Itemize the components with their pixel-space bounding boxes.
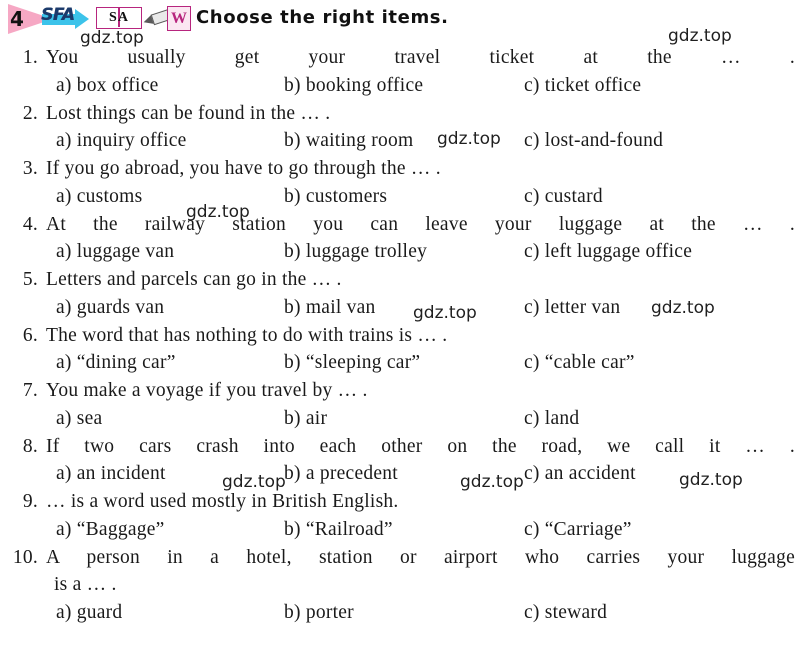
option-c[interactable]: c) steward [524,599,607,627]
options-row: a) “Baggage” b) “Railroad” c) “Carriage” [0,516,805,544]
question-item: 5. Letters and parcels can go in the … .… [0,266,805,322]
question-number: 2. [22,102,38,124]
option-c[interactable]: c) left luggage office [524,238,692,266]
option-a[interactable]: a) an incident [56,460,166,488]
question-item: 10. A person in a hotel, station or airp… [0,544,805,627]
question-item: 2. Lost things can be found in the … . a… [0,100,805,156]
question-number: 8. [22,435,38,457]
option-b[interactable]: b) porter [284,599,354,627]
question-item: 6. The word that has nothing to do with … [0,322,805,378]
option-c[interactable]: c) an accident [524,460,636,488]
option-c[interactable]: c) letter van [524,294,620,322]
question-item: 4. At the railway station you can leave … [0,211,805,267]
options-row: a) “dining car” b) “sleeping car” c) “ca… [0,349,805,377]
question-number: 9. [22,491,38,512]
option-b[interactable]: b) booking office [284,72,423,100]
workbook-badge-label: W [171,10,187,27]
option-b[interactable]: b) “Railroad” [284,516,393,544]
option-a[interactable]: a) luggage van [56,238,174,266]
option-a[interactable]: a) “Baggage” [56,516,165,544]
question-text-line: 6. The word that has nothing to do with … [0,322,805,350]
option-b[interactable]: b) a precedent [284,460,398,488]
question-text-line: 8. If two cars crash into each other on … [0,433,805,461]
option-b[interactable]: b) mail van [284,294,376,322]
options-row: a) sea b) air c) land [0,405,805,433]
question-text: If two cars crash into each other on the… [46,435,795,457]
question-number: 6. [22,324,38,346]
question-text-continued: is a … . [54,574,117,595]
option-a[interactable]: a) customs [56,183,142,211]
arrow-head-icon [75,9,89,29]
options-row: a) an incident b) a precedent c) an acci… [0,460,805,488]
sa-badge: SA [96,7,144,31]
option-c[interactable]: c) land [524,405,579,433]
sfa-badge: SFA [39,5,93,33]
option-c[interactable]: c) custard [524,183,603,211]
option-c[interactable]: c) “cable car” [524,349,635,377]
option-b[interactable]: b) customers [284,183,387,211]
options-row: a) inquiry office b) waiting room c) los… [0,127,805,155]
question-text: Lost things can be found in the … . [46,102,331,124]
question-number: 3. [22,158,38,179]
page-title: Choose the right items. [196,7,449,28]
option-a[interactable]: a) “dining car” [56,349,176,377]
option-a[interactable]: a) box office [56,72,159,100]
question-text-line: 4. At the railway station you can leave … [0,211,805,239]
question-text-line: 9. … is a word used mostly in British En… [0,488,805,516]
question-item: 1. You usually get your travel ticket at… [0,44,805,100]
option-b[interactable]: b) air [284,405,327,433]
question-text-line: 1. You usually get your travel ticket at… [0,44,805,72]
option-a[interactable]: a) inquiry office [56,127,187,155]
sfa-badge-label: SFA [41,5,75,25]
question-text-line: 5. Letters and parcels can go in the … . [0,266,805,294]
question-text: You make a voyage if you travel by … . [46,380,368,401]
question-item: 3. If you go abroad, you have to go thro… [0,155,805,211]
question-text-line: 2. Lost things can be found in the … . [0,100,805,128]
question-text: You usually get your travel ticket at th… [46,47,795,68]
options-row: a) guards van b) mail van c) letter van [0,294,805,322]
option-c[interactable]: c) “Carriage” [524,516,632,544]
option-b[interactable]: b) luggage trolley [284,238,427,266]
option-b[interactable]: b) “sleeping car” [284,349,420,377]
question-text-line: 7. You make a voyage if you travel by … … [0,377,805,405]
question-number: 10. [12,546,38,568]
exercise-number: 4 [10,7,24,31]
options-row: a) luggage van b) luggage trolley c) lef… [0,238,805,266]
option-a[interactable]: a) guards van [56,294,164,322]
exercise-header: 4 SFA SA W Choose the right items. [0,0,805,38]
question-number: 5. [22,269,38,290]
sa-badge-label: SA [109,10,129,25]
question-number: 7. [22,380,38,401]
question-text: At the railway station you can leave you… [46,213,795,235]
question-number: 4. [22,213,38,235]
question-item: 9. … is a word used mostly in British En… [0,488,805,544]
question-text: The word that has nothing to do with tra… [46,324,448,346]
question-text-line: 3. If you go abroad, you have to go thro… [0,155,805,183]
question-text: … is a word used mostly in British Engli… [46,491,399,512]
option-c[interactable]: c) lost-and-found [524,127,663,155]
options-row: a) box office b) booking office c) ticke… [0,72,805,100]
option-c[interactable]: c) ticket office [524,72,641,100]
option-a[interactable]: a) sea [56,405,102,433]
options-row: a) customs b) customers c) custard [0,183,805,211]
option-a[interactable]: a) guard [56,599,122,627]
question-text-line: 10. A person in a hotel, station or airp… [0,544,805,572]
question-number: 1. [22,47,38,68]
question-text: Letters and parcels can go in the … . [46,269,342,290]
question-item: 7. You make a voyage if you travel by … … [0,377,805,433]
question-text: If you go abroad, you have to go through… [46,158,441,179]
workbook-badge: W [142,5,191,33]
options-row: a) guard b) porter c) steward [0,599,805,627]
question-item: 8. If two cars crash into each other on … [0,433,805,489]
question-text: A person in a hotel, station or airport … [46,546,795,568]
question-list: 1. You usually get your travel ticket at… [0,44,805,627]
option-b[interactable]: b) waiting room [284,127,413,155]
